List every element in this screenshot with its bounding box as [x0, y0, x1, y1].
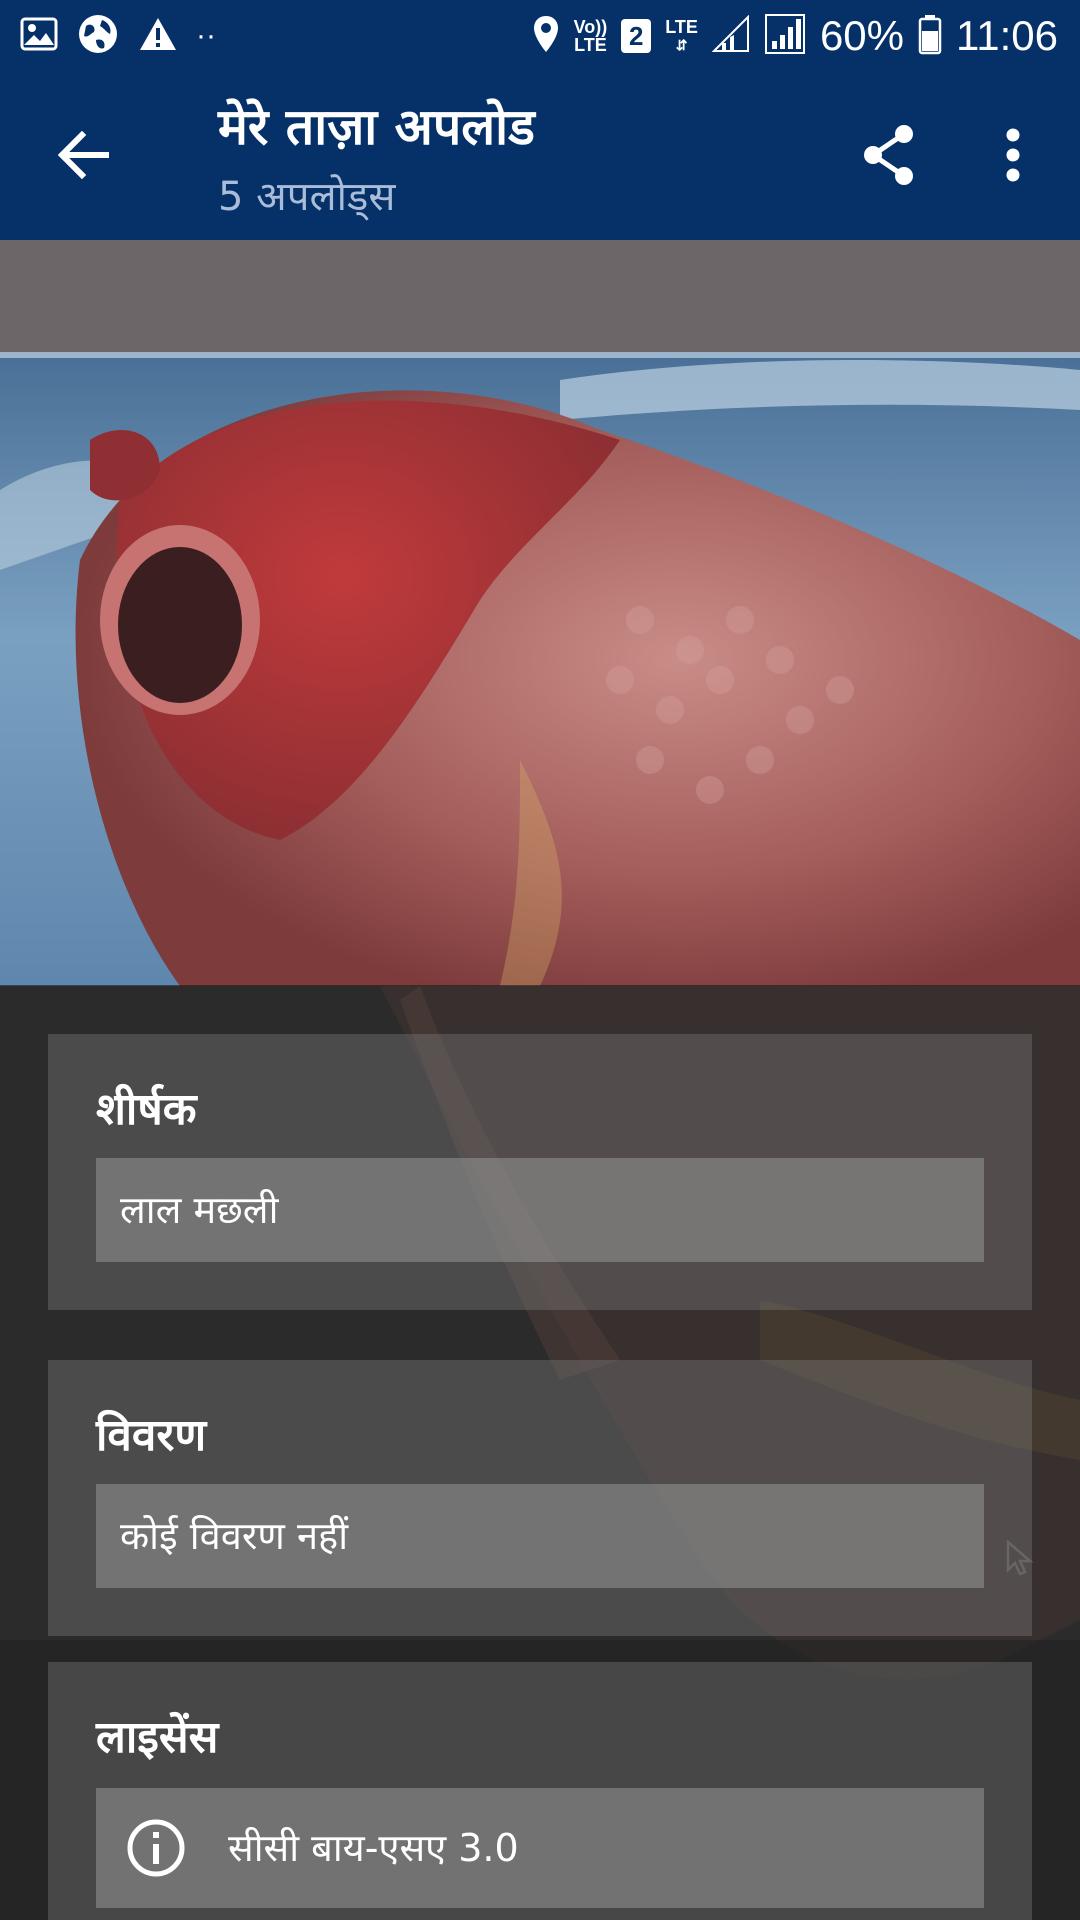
more-vertical-icon	[1005, 127, 1021, 187]
license-field[interactable]: सीसी बाय-एसए 3.0	[96, 1788, 984, 1908]
title-field[interactable]: लाल मछली	[96, 1158, 984, 1262]
description-field[interactable]: कोई विवरण नहीं	[96, 1484, 984, 1588]
volte-indicator: Vo)) LTE	[573, 17, 608, 55]
page-subtitle: 5 अपलोड्स	[218, 174, 396, 220]
app-bar: मेरे ताज़ा अपलोड 5 अपलोड्स	[0, 72, 1080, 240]
notification-dots: ··	[196, 19, 216, 52]
share-button[interactable]	[846, 114, 932, 200]
description-value: कोई विवरण नहीं	[120, 1514, 349, 1558]
title-label: शीर्षक	[96, 1084, 197, 1135]
battery-percent: 60%	[819, 12, 904, 59]
cursor-icon	[1006, 1539, 1034, 1582]
warning-icon	[138, 16, 178, 56]
signal-icon	[711, 14, 750, 57]
license-card: लाइसेंस सीसी बाय-एसए 3.0	[48, 1662, 1032, 1920]
signal-icon	[764, 13, 806, 59]
share-icon	[860, 123, 918, 191]
lte-indicator: LTE ⇵	[665, 17, 698, 53]
description-label: विवरण	[96, 1410, 207, 1461]
back-button[interactable]	[34, 114, 134, 200]
location-icon	[532, 14, 560, 58]
image-icon	[20, 17, 58, 55]
license-value: सीसी बाय-एसए 3.0	[228, 1826, 519, 1870]
back-arrow-icon	[57, 130, 110, 183]
title-card: शीर्षक लाल मछली	[48, 1034, 1032, 1310]
status-bar: ·· Vo)) LTE 2 LTE ⇵ 60% 11:06	[0, 0, 1080, 72]
license-label: लाइसेंस	[96, 1712, 219, 1763]
status-bar-notifications: ··	[20, 14, 216, 58]
sim-slot-badge: 2	[621, 19, 652, 53]
battery-icon	[918, 13, 942, 59]
page-title: मेरे ताज़ा अपलोड	[218, 98, 535, 156]
title-value: लाल मछली	[120, 1188, 279, 1232]
status-bar-system: Vo)) LTE 2 LTE ⇵ 60% 11:06	[532, 10, 1058, 62]
more-options-button[interactable]	[970, 114, 1056, 200]
clock: 11:06	[956, 12, 1058, 59]
upload-detail: शीर्षक लाल मछली विवरण कोई विवरण नहीं लाइ…	[0, 240, 1080, 1920]
globe-icon	[76, 12, 120, 60]
info-icon[interactable]	[126, 1818, 186, 1882]
description-card: विवरण कोई विवरण नहीं	[48, 1360, 1032, 1636]
